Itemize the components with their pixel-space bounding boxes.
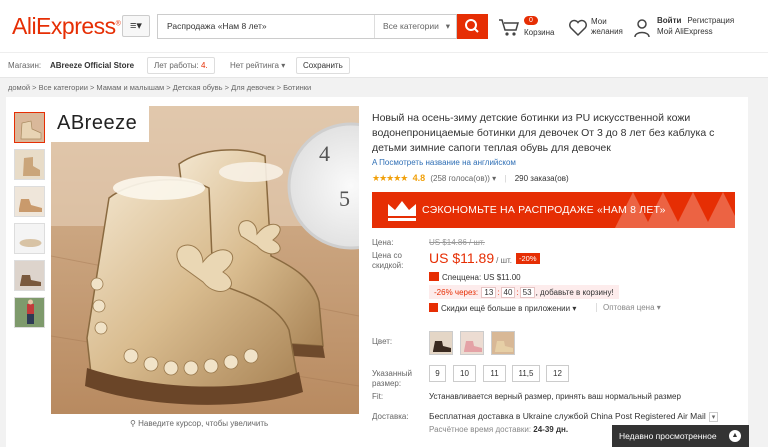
translate-title-link[interactable]: A Посмотреть название на английском (372, 158, 516, 167)
store-bar: Магазин: ABreeze Official Store Лет рабо… (0, 52, 768, 78)
chevron-up-icon: ▲ (729, 430, 741, 442)
chevron-down-icon: ▾ (281, 61, 286, 70)
size-option[interactable]: 10 (453, 365, 476, 382)
thumbnail-1[interactable] (14, 112, 45, 143)
special-price: Спеццена: US $11.00 (429, 272, 521, 282)
my-aliexpress-link[interactable]: Мой AliExpress (657, 27, 713, 36)
search-query-text[interactable]: Распродажа «Нам 8 лет» (167, 21, 267, 31)
recently-viewed-bar[interactable]: Недавно просмотренное ▲ (612, 425, 749, 447)
wishlist-link[interactable]: Мои желания (568, 16, 628, 40)
search-icon (465, 19, 479, 33)
sale-banner[interactable]: СЭКОНОМЬТЕ НА РАСПРОДАЖЕ «НАМ 8 ЛЕТ» (372, 192, 735, 228)
search-category-select[interactable]: Все категории ▾ (374, 15, 458, 38)
rating-votes-link[interactable]: (258 голоса(ов)) (430, 174, 490, 183)
store-years-badge: Лет работы: 4. (147, 57, 215, 74)
color-swatch-black[interactable] (429, 331, 453, 355)
timer-minutes: 40 (500, 287, 516, 298)
chevron-down-icon: ▾ (656, 303, 661, 312)
orders-count: 290 заказа(ов) (514, 174, 569, 183)
zoom-hint: ⚲ Наведите курсор, чтобы увеличить (130, 419, 269, 428)
color-swatch-gold[interactable] (491, 331, 515, 355)
search-input[interactable]: Распродажа «Нам 8 лет» Все категории ▾ (157, 14, 457, 39)
svg-text:4: 4 (319, 141, 330, 166)
heart-icon (569, 19, 587, 37)
save-store-button[interactable]: Сохранить (296, 57, 350, 74)
timer-seconds: 53 (519, 287, 535, 298)
user-icon (634, 19, 650, 38)
chevron-down-icon: ▾ (445, 21, 450, 31)
wholesale-price-dropdown[interactable]: Оптовая цена ▾ (596, 303, 661, 312)
chevron-down-icon: ▾ (708, 412, 719, 422)
size-option[interactable]: 12 (546, 365, 569, 382)
size-label: Указанный размер: (372, 369, 412, 388)
store-label: Магазин: (8, 61, 42, 70)
login-link[interactable]: Войти (657, 16, 681, 25)
product-main-image[interactable]: 4 5 ABreeze (51, 106, 359, 414)
old-price: US $14.86 / шт. (429, 238, 485, 247)
delivery-label: Доставка: (372, 412, 409, 421)
color-label: Цвет: (372, 337, 393, 346)
account-area: Войти Регистрация Мой AliExpress (633, 16, 763, 40)
search-button[interactable] (457, 14, 488, 39)
app-discount-dropdown[interactable]: Скидки ещё больше в приложении ▾ (429, 303, 576, 313)
wishlist-label: Мои желания (591, 17, 623, 36)
tag-icon (429, 272, 439, 281)
thumbnail-3[interactable] (14, 186, 45, 217)
timer-hours: 13 (481, 287, 497, 298)
rating-row: ★★★★★ 4.8 (258 голоса(ов)) ▾ | 290 заказ… (372, 173, 569, 183)
thumbnail-2[interactable] (14, 149, 45, 180)
rating-stars: ★★★★★ (372, 173, 408, 183)
breadcrumb[interactable]: домой > Все категории > Мамам и малышам … (8, 83, 311, 92)
color-swatch-pink[interactable] (460, 331, 484, 355)
phone-icon (429, 303, 438, 312)
rating-value: 4.8 (412, 173, 426, 183)
fit-label: Fit: (372, 392, 384, 401)
categories-menu-button[interactable]: ≡▾ (122, 15, 150, 37)
svg-text:5: 5 (339, 186, 350, 211)
aliexpress-logo[interactable]: AliExpress® (12, 13, 121, 40)
chevron-down-icon: ▾ (572, 304, 577, 313)
fit-text: Устанавливается верный размер, принять в… (429, 392, 681, 401)
cart-count-badge: 0 (524, 16, 538, 25)
size-option[interactable]: 11 (483, 365, 506, 382)
sale-price: US $11.89/ шт. -20% (429, 250, 540, 266)
thumbnail-6[interactable] (14, 297, 45, 328)
countdown-timer: -26% через: 13:40:53, добавьте в корзину… (429, 285, 619, 299)
delivery-estimate: Расчётное время доставки: 24-39 дн. (429, 425, 569, 434)
register-link[interactable]: Регистрация (687, 16, 734, 25)
magnifier-icon: ⚲ (130, 419, 136, 428)
product-photo: 4 5 (51, 106, 359, 414)
chevron-down-icon: ▾ (489, 174, 497, 183)
sale-price-label: Цена со скидкой: (372, 251, 404, 270)
price-label: Цена: (372, 238, 394, 247)
discount-badge: -20% (516, 253, 540, 264)
thumbnail-4[interactable] (14, 223, 45, 254)
size-option[interactable]: 9 (429, 365, 446, 382)
delivery-option[interactable]: Бесплатная доставка в Ukraine службой Ch… (429, 411, 719, 422)
product-title: Новый на осень-зиму детские ботинки из P… (372, 112, 715, 154)
header: AliExpress® ≡▾ Распродажа «Нам 8 лет» Вс… (0, 0, 768, 52)
crown-icon (388, 201, 416, 221)
brand-watermark: ABreeze (57, 112, 138, 134)
thumbnail-5[interactable] (14, 260, 45, 291)
translate-icon: A (372, 158, 377, 167)
size-option[interactable]: 11,5 (512, 365, 540, 382)
cart-label: Корзина (524, 28, 555, 37)
thumbnail-strip (14, 112, 46, 334)
cart-icon (499, 19, 519, 36)
store-name-link[interactable]: ABreeze Official Store (50, 61, 134, 70)
cart-link[interactable]: 0 Корзина (498, 16, 560, 40)
store-rating-dropdown[interactable]: Нет рейтинга ▾ (230, 61, 285, 70)
